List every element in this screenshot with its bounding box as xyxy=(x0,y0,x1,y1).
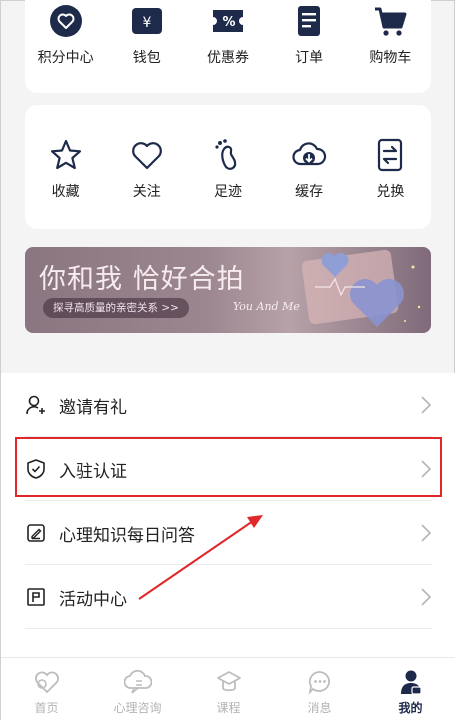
tab-label: 心理咨询 xyxy=(113,701,162,715)
chevron-right-icon xyxy=(421,396,432,414)
tab-label: 我的 xyxy=(398,701,423,715)
banner-title: 你和我 恰好合拍 xyxy=(39,264,245,295)
menu-item-invite[interactable]: 邀请有礼 xyxy=(1,373,455,437)
shortcut-coupon[interactable]: % 优惠券 xyxy=(187,3,268,67)
shortcut-label: 足迹 xyxy=(213,184,242,200)
star-icon xyxy=(48,137,84,173)
points-heart-icon xyxy=(48,3,84,39)
shortcut-label: 购物车 xyxy=(369,50,412,66)
mine-tab-icon xyxy=(400,670,422,695)
shortcut-points-center[interactable]: 积分中心 xyxy=(25,3,106,67)
shortcut-label: 兑换 xyxy=(376,184,405,200)
shortcut-label: 订单 xyxy=(295,50,324,66)
edit-note-icon xyxy=(27,524,45,542)
shortcut-label: 缓存 xyxy=(295,184,324,200)
bottom-tab-bar: 首页 心理咨询 课程 消息 我的 xyxy=(1,657,455,720)
tab-label: 首页 xyxy=(34,701,59,715)
shield-check-icon xyxy=(27,459,45,479)
tab-mine[interactable]: 我的 xyxy=(365,658,455,720)
menu-item-label: 心理知识每日问答 xyxy=(59,525,195,546)
shortcut-order[interactable]: 订单 xyxy=(269,3,350,67)
message-tab-icon xyxy=(308,671,330,695)
flag-icon xyxy=(27,588,45,606)
shortcut-footprint[interactable]: 足迹 xyxy=(187,137,268,201)
footprint-icon xyxy=(210,137,246,173)
menu-item-label: 邀请有礼 xyxy=(59,397,127,418)
menu-item-label: 入驻认证 xyxy=(59,461,127,482)
shortcut-cart[interactable]: 购物车 xyxy=(350,3,431,67)
svg-text:¥: ¥ xyxy=(142,15,151,31)
heart-icon xyxy=(129,137,165,173)
shortcut-wallet[interactable]: ¥ 钱包 xyxy=(106,3,187,67)
exchange-icon xyxy=(372,137,408,173)
shortcut-redeem[interactable]: 兑换 xyxy=(350,137,431,201)
menu-item-activity-center[interactable]: 活动中心 xyxy=(1,565,455,629)
shortcut-card-top: 积分中心 ¥ 钱包 % 优惠券 订单 购物车 xyxy=(25,0,431,93)
menu-item-certification[interactable]: 入驻认证 xyxy=(1,437,455,501)
promo-banner[interactable]: 你和我 恰好合拍 探寻高质量的亲密关系 >> You And Me xyxy=(25,247,431,333)
shortcut-card-mid: 收藏 关注 足迹 缓存 兑换 xyxy=(25,105,431,229)
wallet-icon: ¥ xyxy=(129,3,165,39)
coupon-icon: % xyxy=(210,3,246,39)
cart-icon xyxy=(372,3,408,39)
consult-tab-icon xyxy=(123,669,152,694)
shortcut-follow[interactable]: 关注 xyxy=(106,137,187,201)
chevron-right-icon xyxy=(421,524,432,542)
settings-list: 邀请有礼 入驻认证 心理知识每日问答 活动中心 xyxy=(1,373,455,663)
tab-messages[interactable]: 消息 xyxy=(274,658,365,720)
shortcut-cache[interactable]: 缓存 xyxy=(269,137,350,201)
shortcut-label: 关注 xyxy=(132,184,161,200)
course-tab-icon xyxy=(216,671,241,692)
shortcut-label: 优惠券 xyxy=(206,50,249,66)
chevron-right-icon xyxy=(421,460,432,478)
banner-explore-pill[interactable]: 探寻高质量的亲密关系 >> xyxy=(43,298,189,318)
shortcut-label: 收藏 xyxy=(51,184,80,200)
shortcut-favorites[interactable]: 收藏 xyxy=(25,137,106,201)
menu-item-label: 活动中心 xyxy=(59,589,127,610)
tab-label: 消息 xyxy=(307,701,332,715)
shortcut-label: 钱包 xyxy=(132,50,161,66)
chevron-right-icon xyxy=(421,588,432,606)
cloud-download-icon xyxy=(291,137,327,173)
shortcut-label: 积分中心 xyxy=(37,50,94,66)
tab-course[interactable]: 课程 xyxy=(183,658,274,720)
invite-user-icon xyxy=(26,395,45,415)
menu-item-daily-qa[interactable]: 心理知识每日问答 xyxy=(1,501,455,565)
tab-consult[interactable]: 心理咨询 xyxy=(92,658,183,720)
order-icon xyxy=(291,3,327,39)
home-tab-icon xyxy=(34,671,59,694)
tab-label: 课程 xyxy=(216,701,241,715)
banner-subtitle: You And Me xyxy=(233,300,300,313)
svg-text:%: % xyxy=(222,15,235,30)
banner-hearts-illustration xyxy=(301,249,421,327)
tab-home[interactable]: 首页 xyxy=(1,658,92,720)
